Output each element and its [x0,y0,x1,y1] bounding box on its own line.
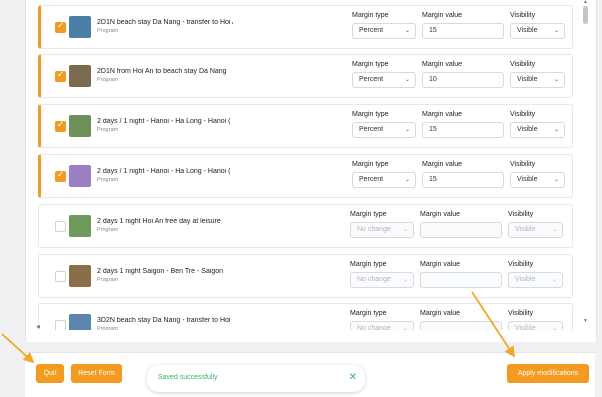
arrow-to-quit [1,333,35,364]
arrow-to-apply [471,291,515,358]
annotation-arrows [1,291,515,364]
